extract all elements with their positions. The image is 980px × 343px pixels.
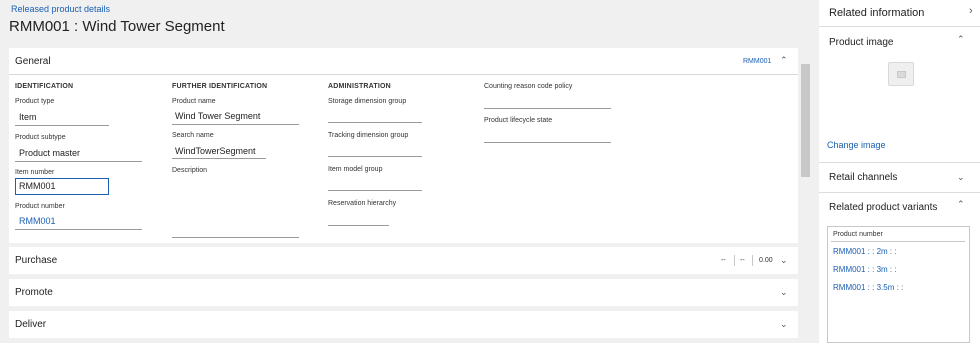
storage-dimension-field[interactable] (328, 122, 422, 123)
tracking-dimension-field[interactable] (328, 156, 422, 157)
divider (831, 241, 965, 242)
group-administration-title: ADMINISTRATION (328, 83, 391, 90)
product-type-field[interactable]: Item (19, 112, 37, 122)
chevron-right-icon[interactable]: › (969, 5, 973, 17)
retail-channels-title[interactable]: Retail channels (829, 172, 897, 183)
variants-column-header[interactable]: Product number (833, 231, 883, 238)
group-further-title: FURTHER IDENTIFICATION (172, 83, 268, 90)
related-variants-title[interactable]: Related product variants (829, 202, 937, 213)
fasttab-promote[interactable]: Promote ⌄ (9, 279, 798, 306)
counting-reason-field[interactable] (484, 108, 611, 109)
item-model-group-field[interactable] (328, 190, 422, 191)
fasttab-promote-title[interactable]: Promote (15, 287, 53, 298)
purchase-summary-2: -- (740, 257, 745, 264)
product-name-underline (172, 124, 299, 125)
counting-reason-label: Counting reason code policy (484, 83, 573, 90)
purchase-summary-1: -- (721, 257, 726, 264)
chevron-down-icon[interactable]: ⌄ (780, 319, 788, 330)
chevron-up-icon[interactable]: ⌃ (780, 55, 788, 66)
product-type-label: Product type (15, 98, 55, 105)
product-subtype-field[interactable]: Product master (19, 148, 80, 158)
fasttab-deliver[interactable]: Deliver ⌄ (9, 311, 798, 338)
description-label: Description (172, 167, 208, 174)
purchase-summary-3: 0.00 (759, 257, 773, 264)
fasttab-purchase[interactable]: Purchase -- -- 0.00 ⌄ (9, 247, 798, 274)
variant-row[interactable]: RMM001 : : 2m : : (833, 247, 897, 256)
product-image-title[interactable]: Product image (829, 37, 893, 48)
product-subtype-underline (15, 161, 142, 162)
product-number-link[interactable]: RMM001 (19, 216, 56, 226)
product-subtype-label: Product subtype (15, 134, 66, 141)
group-identification-title: IDENTIFICATION (15, 83, 74, 90)
related-info-title: Related information (829, 7, 925, 19)
chevron-down-icon[interactable]: ⌄ (957, 172, 965, 183)
chevron-up-icon[interactable]: ⌃ (957, 199, 965, 210)
fasttab-general-title[interactable]: General (15, 56, 51, 67)
product-number-underline (15, 229, 142, 230)
fasttab-purchase-title[interactable]: Purchase (15, 255, 57, 266)
reservation-hierarchy-label: Reservation hierarchy (328, 200, 397, 207)
general-summary: RMM001 (743, 58, 772, 65)
product-name-label: Product name (172, 98, 216, 105)
item-number-input[interactable]: RMM001 (15, 178, 109, 195)
chevron-down-icon[interactable]: ⌄ (780, 287, 788, 298)
divider (819, 26, 980, 27)
item-number-label: Item number (15, 169, 55, 176)
search-name-label: Search name (172, 132, 214, 139)
item-model-group-label: Item model group (328, 166, 383, 173)
search-name-field[interactable]: WindTowerSegment (175, 146, 256, 156)
fasttab-general: General RMM001 ⌃ IDENTIFICATION Product … (9, 48, 798, 243)
reservation-hierarchy-field[interactable] (328, 225, 389, 226)
chevron-down-icon[interactable]: ⌄ (780, 255, 788, 266)
divider (752, 255, 753, 266)
product-number-label: Product number (15, 203, 65, 210)
storage-dimension-label: Storage dimension group (328, 98, 407, 105)
divider (734, 255, 735, 266)
lifecycle-state-label: Product lifecycle state (484, 117, 553, 124)
product-image-placeholder-icon (888, 62, 914, 86)
search-name-underline (172, 158, 266, 159)
divider (819, 162, 980, 163)
description-field[interactable] (172, 237, 299, 238)
scrollbar-thumb[interactable] (801, 64, 810, 177)
variant-row[interactable]: RMM001 : : 3m : : (833, 265, 897, 274)
tracking-dimension-label: Tracking dimension group (328, 132, 409, 139)
lifecycle-state-field[interactable] (484, 142, 611, 143)
image-icon (897, 71, 906, 78)
breadcrumb[interactable]: Released product details (11, 4, 110, 14)
page-title: RMM001 : Wind Tower Segment (9, 18, 225, 35)
fasttab-deliver-title[interactable]: Deliver (15, 319, 46, 330)
item-number-value[interactable]: RMM001 (19, 181, 56, 191)
product-name-field[interactable]: Wind Tower Segment (175, 111, 260, 121)
divider (819, 192, 980, 193)
chevron-up-icon[interactable]: ⌃ (957, 34, 965, 45)
divider (9, 74, 798, 75)
product-type-underline (15, 125, 109, 126)
related-variants-list: Product number RMM001 : : 2m : : RMM001 … (827, 226, 970, 343)
change-image-link[interactable]: Change image (827, 140, 886, 150)
variant-row[interactable]: RMM001 : : 3.5m : : (833, 283, 903, 292)
